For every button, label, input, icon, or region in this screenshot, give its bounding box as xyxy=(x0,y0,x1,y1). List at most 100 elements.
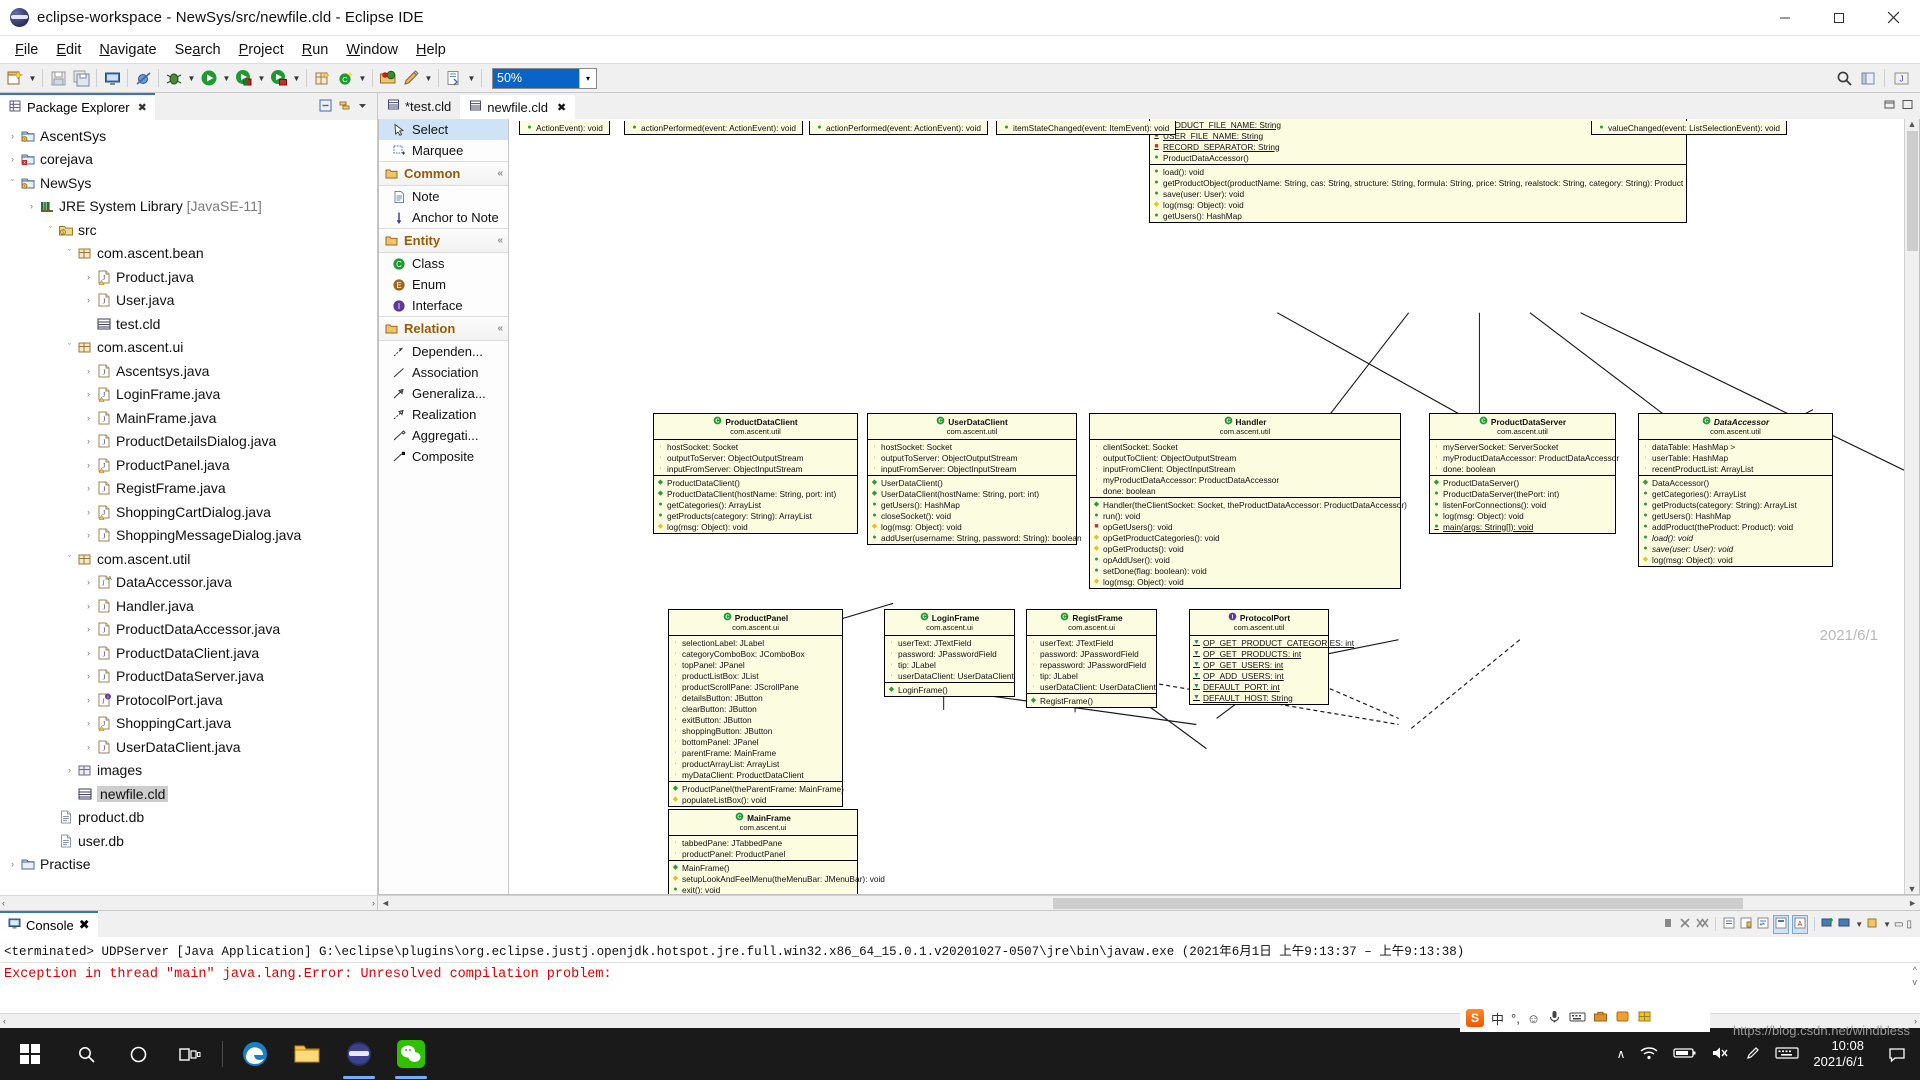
tree-twisty-icon[interactable]: › xyxy=(63,764,76,777)
tree-item[interactable]: newfile.cld xyxy=(0,782,377,806)
new-class-dropdown-icon[interactable]: ▼ xyxy=(357,67,368,89)
tree-item[interactable]: › J Handler.java xyxy=(0,594,377,618)
class-diagram-canvas[interactable]: 2021/6/1 C ProductDataClient com.ascent.… xyxy=(509,119,1904,894)
palette-pin-icon[interactable]: « xyxy=(497,235,503,246)
menu-window[interactable]: Window xyxy=(337,39,407,61)
zoom-value[interactable]: 50% xyxy=(493,68,579,88)
next-annotation-dropdown-icon[interactable]: ▼ xyxy=(466,67,477,89)
tree-item[interactable]: ˇ s src xyxy=(0,218,377,242)
view-menu-icon[interactable] xyxy=(356,99,369,115)
palette-item-anchortonote[interactable]: Anchor to Note xyxy=(379,207,508,228)
close-icon[interactable]: ✖ xyxy=(557,101,566,114)
palette-group-common[interactable]: Common « xyxy=(379,161,508,186)
new-wizard-dropdown-icon[interactable]: ▼ xyxy=(27,67,38,89)
tree-twisty-icon[interactable]: › xyxy=(6,153,19,166)
menu-help[interactable]: Help xyxy=(407,39,455,61)
perspective-open-icon[interactable] xyxy=(1857,67,1879,89)
class-box[interactable]: C ProductDataClient com.ascent.util · hos… xyxy=(653,413,858,534)
palette-item-note[interactable]: Note xyxy=(379,186,508,207)
tree-item[interactable]: › images xyxy=(0,759,377,783)
tree-twisty-icon[interactable] xyxy=(44,834,57,847)
tree-item[interactable]: ˇ com.ascent.ui xyxy=(0,336,377,360)
tree-item[interactable]: › J ProductPanel.java xyxy=(0,453,377,477)
java-perspective-icon[interactable]: J xyxy=(1890,67,1912,89)
collapse-all-icon[interactable] xyxy=(318,98,333,116)
menu-edit[interactable]: Edit xyxy=(47,39,90,61)
tree-item[interactable]: product.db xyxy=(0,806,377,830)
taskbar-keyboard-icon[interactable] xyxy=(1775,1045,1799,1064)
close-icon[interactable]: ✖ xyxy=(138,101,147,114)
external-tool-dropdown-icon[interactable]: ▼ xyxy=(291,67,302,89)
class-box-fragment[interactable]: ● actionPerformed(event: ActionEvent): vo… xyxy=(809,121,988,135)
new-class-icon[interactable]: C xyxy=(334,67,356,89)
remove-all-launches-icon[interactable] xyxy=(1695,916,1709,933)
tree-twisty-icon[interactable]: › xyxy=(82,270,95,283)
taskbar-file-explorer-icon[interactable] xyxy=(281,1028,333,1080)
maximize-button[interactable] xyxy=(1812,0,1866,36)
annotate-dropdown-icon[interactable]: ▼ xyxy=(423,67,434,89)
tree-twisty-icon[interactable]: › xyxy=(6,129,19,142)
close-icon[interactable]: ✖ xyxy=(79,917,90,933)
word-wrap-icon[interactable] xyxy=(1756,916,1770,933)
tree-twisty-icon[interactable]: › xyxy=(82,482,95,495)
tree-item[interactable]: › J ProductDataClient.java xyxy=(0,641,377,665)
sogou-icon[interactable]: S xyxy=(1466,1009,1484,1027)
zoom-combo[interactable]: 50% ▾ xyxy=(492,67,597,89)
zoom-dropdown-icon[interactable]: ▾ xyxy=(579,68,596,88)
palette-item-class[interactable]: C Class xyxy=(379,253,508,274)
wifi-icon[interactable] xyxy=(1639,1045,1659,1064)
toolbox-icon[interactable] xyxy=(1593,1009,1608,1027)
tree-twisty-icon[interactable]: › xyxy=(82,717,95,730)
class-box[interactable]: C LoginFrame com.ascent.ui · userText: JT… xyxy=(884,609,1015,697)
palette-item-interface[interactable]: I Interface xyxy=(379,295,508,316)
tree-item[interactable]: › J UserDataClient.java xyxy=(0,735,377,759)
palette-item-aggregati[interactable]: Aggregati... xyxy=(379,425,508,446)
palette-tool-select[interactable]: Select xyxy=(379,119,508,140)
skin-icon[interactable] xyxy=(1615,1009,1630,1027)
tree-twisty-icon[interactable]: › xyxy=(82,435,95,448)
console-dropdown2-icon[interactable]: ▼ xyxy=(1883,920,1891,929)
editor-tab-test-cld[interactable]: *test.cld xyxy=(378,93,461,119)
tree-twisty-icon[interactable]: › xyxy=(25,200,38,213)
new-console-view-icon[interactable] xyxy=(1821,916,1835,933)
annotate-icon[interactable] xyxy=(400,67,422,89)
new-package-icon[interactable] xyxy=(311,67,333,89)
taskbar-eclipse-icon[interactable] xyxy=(333,1028,385,1080)
cortana-icon[interactable] xyxy=(112,1028,164,1080)
palette-item-association[interactable]: Association xyxy=(379,362,508,383)
palette-item-generaliza[interactable]: Generaliza... xyxy=(379,383,508,404)
tree-item[interactable]: › J User.java xyxy=(0,289,377,313)
clear-console-icon[interactable] xyxy=(1722,916,1736,933)
palette-item-dependen[interactable]: Dependen... xyxy=(379,341,508,362)
class-box[interactable]: C UserDataClient com.ascent.util · hostSo… xyxy=(867,413,1082,545)
console-vscroll-down-icon[interactable]: v xyxy=(1913,977,1918,987)
tree-twisty-icon[interactable] xyxy=(82,317,95,330)
project-tree[interactable]: ›! AscentSys › x corejava ˇ! NewSys › JRE System… xyxy=(0,120,377,895)
run-last-tool-icon[interactable] xyxy=(233,67,255,89)
save-all-icon[interactable] xyxy=(70,67,92,89)
tree-item[interactable]: › Practise xyxy=(0,853,377,877)
scroll-right-icon[interactable]: › xyxy=(372,898,375,908)
tree-item[interactable]: ›! AscentSys xyxy=(0,124,377,148)
emoji-icon[interactable]: ☺ xyxy=(1527,1011,1540,1026)
scroll-lock-icon[interactable] xyxy=(1739,916,1753,933)
console-dropdown-icon[interactable]: ▼ xyxy=(1855,920,1863,929)
tree-item[interactable]: › J ShoppingCart.java xyxy=(0,712,377,736)
palette-item-enum[interactable]: E Enum xyxy=(379,274,508,295)
minimize-console-icon[interactable]: ▭ xyxy=(1894,919,1903,930)
taskbar-clock[interactable]: 10:08 2021/6/1 xyxy=(1813,1038,1870,1071)
palette-item-composite[interactable]: Composite xyxy=(379,446,508,467)
tree-item[interactable]: › J ShoppingCartDialog.java xyxy=(0,500,377,524)
close-button[interactable] xyxy=(1866,0,1920,36)
palette-group-relation[interactable]: Relation « xyxy=(379,316,508,341)
tree-twisty-icon[interactable]: ˇ xyxy=(63,552,76,565)
debug-icon[interactable] xyxy=(163,67,185,89)
tree-twisty-icon[interactable]: › xyxy=(82,646,95,659)
ime-toolbar[interactable]: S 中 °, ☺ xyxy=(1460,1004,1710,1032)
tree-twisty-icon[interactable] xyxy=(63,787,76,800)
debug-dropdown-icon[interactable]: ▼ xyxy=(186,67,197,89)
tree-twisty-icon[interactable]: › xyxy=(82,529,95,542)
battery-icon[interactable] xyxy=(1673,1046,1697,1063)
tree-twisty-icon[interactable]: › xyxy=(82,294,95,307)
display-selected-console-icon[interactable]: A xyxy=(1792,914,1809,934)
